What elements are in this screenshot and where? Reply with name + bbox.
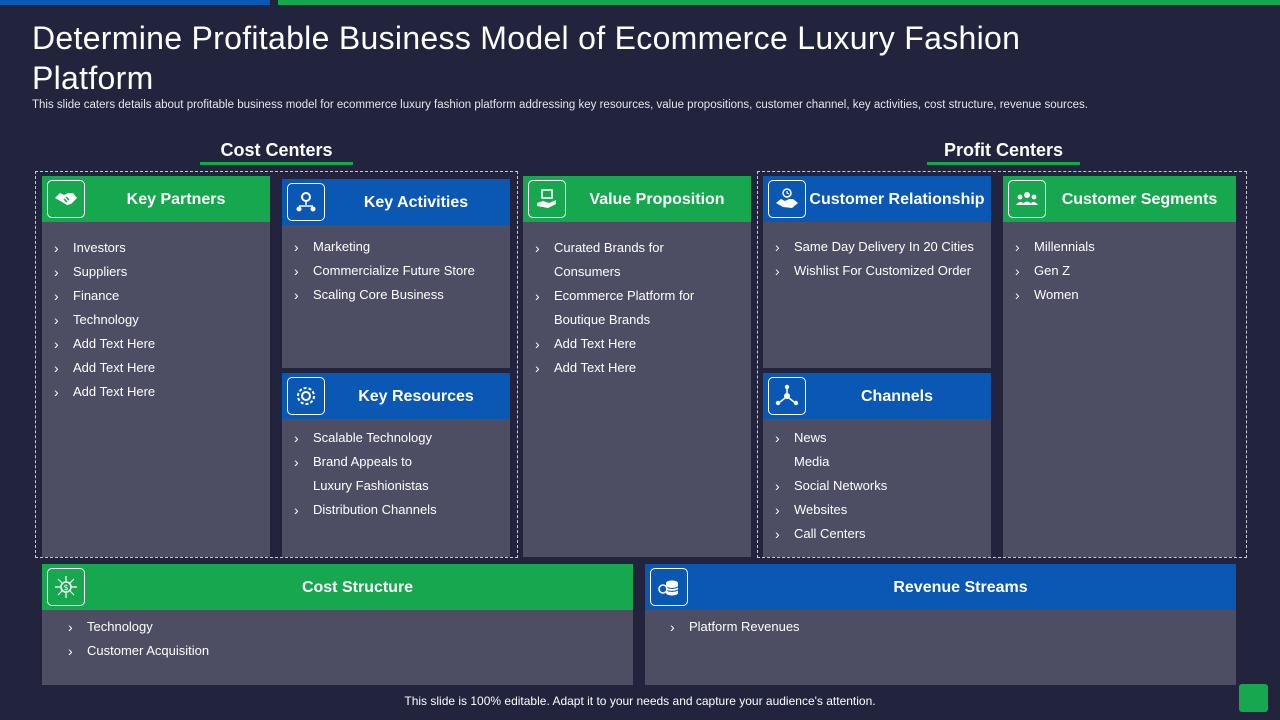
cost-structure-card: $ Cost Structure Technology Customer Acq… xyxy=(42,564,633,685)
list-item: Consumers xyxy=(554,264,621,279)
top-accent-bar-blue xyxy=(0,0,270,5)
list-item: Curated Brands for xyxy=(523,236,751,260)
list-item: Boutique Brands xyxy=(554,312,651,327)
slide-title: Determine Profitable Business Model of E… xyxy=(32,20,1021,96)
value-proposition-header: Value Proposition xyxy=(523,176,751,222)
key-activities-card: Key Activities Marketing Commercialize F… xyxy=(282,179,510,368)
cost-structure-header: $ Cost Structure xyxy=(42,564,633,610)
key-activities-header: Key Activities xyxy=(282,179,510,225)
revenue-streams-title: Revenue Streams xyxy=(893,578,1028,596)
customer-relationship-list: Same Day Delivery In 20 Cities Wishlist … xyxy=(763,235,991,283)
handshake-clock-icon xyxy=(768,180,806,218)
coins-icon xyxy=(650,568,688,606)
cost-centers-underline xyxy=(200,162,353,165)
gear-icon xyxy=(287,377,325,415)
cost-structure-title: Cost Structure xyxy=(301,578,414,596)
cost-structure-list: Technology Customer Acquisition xyxy=(56,615,633,663)
value-proposition-list: Curated Brands for Consumers Ecommerce P… xyxy=(523,236,751,380)
profit-centers-label: Profit Centers xyxy=(943,140,1064,160)
key-activities-title: Key Activities xyxy=(363,193,469,211)
key-partners-title: Key Partners xyxy=(126,190,226,208)
key-partners-header: Key Partners xyxy=(42,176,270,222)
cost-centers-label: Cost Centers xyxy=(220,140,333,160)
list-item: Add Text Here xyxy=(42,332,270,356)
list-item: Wishlist For Customized Order xyxy=(763,259,991,283)
customer-segments-list: Millennials Gen Z Women xyxy=(1003,235,1236,307)
list-item: Marketing xyxy=(282,235,510,259)
customer-segments-header: Customer Segments xyxy=(1003,176,1236,222)
list-item: Scaling Core Business xyxy=(282,283,510,307)
gear-network-icon xyxy=(287,183,325,221)
list-item: Finance xyxy=(42,284,270,308)
key-partners-card: Key Partners Investors Suppliers Finance… xyxy=(42,176,270,557)
list-item: Women xyxy=(1003,283,1236,307)
key-resources-header: Key Resources xyxy=(282,373,510,419)
list-item: Millennials xyxy=(1003,235,1236,259)
list-item: Gen Z xyxy=(1003,259,1236,283)
list-item: Websites xyxy=(763,498,991,522)
list-item: Investors xyxy=(42,236,270,260)
list-item: Add Text Here xyxy=(523,356,751,380)
slide-subtitle: This slide caters details about profitab… xyxy=(32,99,1088,111)
customer-segments-title: Customer Segments xyxy=(1061,190,1218,208)
list-item: Social Networks xyxy=(763,474,991,498)
key-partners-list: Investors Suppliers Finance Technology A… xyxy=(42,236,270,404)
channels-card: Channels News Media Social Networks Webs… xyxy=(763,373,991,557)
list-item: Suppliers xyxy=(42,260,270,284)
list-item: Media xyxy=(794,454,830,469)
svg-text:$: $ xyxy=(63,583,68,592)
list-item: Luxury Fashionistas xyxy=(313,478,429,493)
list-item: Technology xyxy=(56,615,633,639)
list-item: Commercialize Future Store xyxy=(282,259,510,283)
channels-title: Channels xyxy=(860,387,933,405)
corner-action-button[interactable] xyxy=(1239,684,1268,712)
customer-relationship-title: Customer Relationship xyxy=(809,190,985,208)
list-item: Brand Appeals to xyxy=(282,450,510,474)
customer-relationship-card: Customer Relationship Same Day Delivery … xyxy=(763,176,991,368)
list-item: Add Text Here xyxy=(523,332,751,356)
value-proposition-card: Value Proposition Curated Brands for Con… xyxy=(523,176,751,557)
list-item: Call Centers xyxy=(763,522,991,546)
users-group-icon xyxy=(1008,180,1046,218)
slide-footer: This slide is 100% editable. Adapt it to… xyxy=(404,694,876,708)
profit-centers-underline xyxy=(927,162,1080,165)
list-item: Add Text Here xyxy=(42,356,270,380)
top-accent-bar-green xyxy=(278,0,1280,5)
revenue-streams-card: Revenue Streams Platform Revenues xyxy=(645,564,1236,685)
handshake-icon xyxy=(47,180,85,218)
customer-segments-card: Customer Segments Millennials Gen Z Wome… xyxy=(1003,176,1236,557)
customer-relationship-header: Customer Relationship xyxy=(763,176,991,222)
list-item: Ecommerce Platform for xyxy=(523,284,751,308)
list-item: Scalable Technology xyxy=(282,426,510,450)
value-proposition-title: Value Proposition xyxy=(589,190,725,208)
revenue-streams-header: Revenue Streams xyxy=(645,564,1236,610)
list-item: Platform Revenues xyxy=(658,615,1236,639)
list-item: Add Text Here xyxy=(42,380,270,404)
list-item: News xyxy=(763,426,991,450)
list-item: Distribution Channels xyxy=(282,498,510,522)
key-resources-card: Key Resources Scalable Technology Brand … xyxy=(282,373,510,557)
key-resources-list: Scalable Technology Brand Appeals to Lux… xyxy=(282,426,510,522)
list-item: Same Day Delivery In 20 Cities xyxy=(763,235,991,259)
hand-money-icon xyxy=(528,180,566,218)
channels-header: Channels xyxy=(763,373,991,419)
revenue-streams-list: Platform Revenues xyxy=(658,615,1236,639)
list-item: Customer Acquisition xyxy=(56,639,633,663)
key-resources-title: Key Resources xyxy=(358,387,474,405)
dollar-network-icon: $ xyxy=(47,568,85,606)
channels-list: News Media Social Networks Websites Call… xyxy=(763,426,991,546)
key-activities-list: Marketing Commercialize Future Store Sca… xyxy=(282,235,510,307)
network-nodes-icon xyxy=(768,377,806,415)
list-item: Technology xyxy=(42,308,270,332)
